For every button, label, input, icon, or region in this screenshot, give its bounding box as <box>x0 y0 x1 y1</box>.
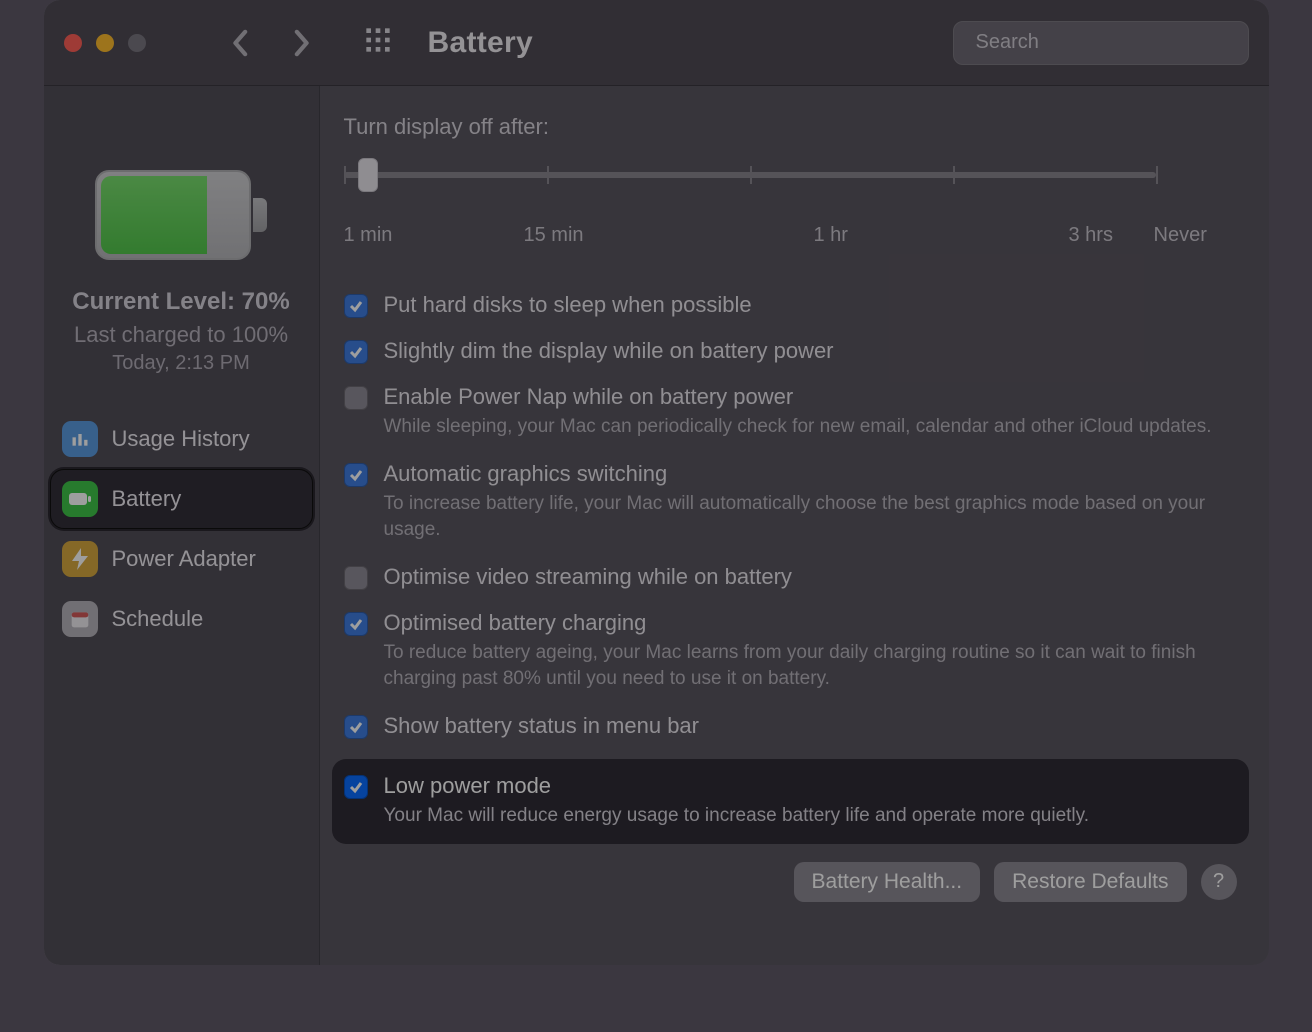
option-description: While sleeping, your Mac can periodicall… <box>384 414 1212 441</box>
sidebar-item-label: Power Adapter <box>112 546 256 572</box>
last-charged-label: Last charged to 100% <box>44 322 319 348</box>
back-button[interactable] <box>226 28 256 58</box>
sidebar-item-power-adapter[interactable]: Power Adapter <box>52 531 311 587</box>
toolbar: Battery <box>44 0 1269 86</box>
window-title: Battery <box>428 26 533 60</box>
help-button[interactable]: ? <box>1201 864 1237 900</box>
slider-tick-label: 1 hr <box>814 224 848 247</box>
close-window-button[interactable] <box>64 34 82 52</box>
option-label: Show battery status in menu bar <box>384 713 700 739</box>
checkbox-icon[interactable] <box>344 715 368 739</box>
last-charged-time-label: Today, 2:13 PM <box>44 352 319 375</box>
show-all-icon[interactable] <box>364 26 392 59</box>
sidebar-item-label: Usage History <box>112 426 250 452</box>
content-pane: Turn display off after: 1 min 15 min 1 h… <box>320 86 1269 965</box>
option-label: Optimised battery charging <box>384 610 1214 636</box>
lightning-icon <box>62 541 98 577</box>
sidebar-item-usage-history[interactable]: Usage History <box>52 411 311 467</box>
restore-defaults-button[interactable]: Restore Defaults <box>994 862 1186 902</box>
battery-health-button[interactable]: Battery Health... <box>794 862 981 902</box>
slider-tick-label: Never <box>1154 224 1207 247</box>
system-preferences-window: Battery Current Level: 70% Last charged … <box>44 0 1269 965</box>
battery-info: Current Level: 70% Last charged to 100% … <box>44 288 319 375</box>
option-dim-display[interactable]: Slightly dim the display while on batter… <box>344 338 1245 364</box>
minimize-window-button[interactable] <box>96 34 114 52</box>
option-power-nap[interactable]: Enable Power Nap while on battery power … <box>344 384 1245 441</box>
slider-tick-label: 1 min <box>344 224 393 247</box>
battery-level-graphic <box>95 170 267 260</box>
option-label: Automatic graphics switching <box>384 461 1214 487</box>
search-input[interactable] <box>976 31 1241 54</box>
slider-tick-label: 3 hrs <box>1069 224 1113 247</box>
checkbox-icon[interactable] <box>344 775 368 799</box>
footer-buttons: Battery Health... Restore Defaults ? <box>344 862 1245 902</box>
search-field-wrap[interactable] <box>953 21 1249 65</box>
calendar-icon <box>62 601 98 637</box>
option-graphics-switching[interactable]: Automatic graphics switching To increase… <box>344 461 1245 544</box>
option-label: Enable Power Nap while on battery power <box>384 384 1212 410</box>
sidebar-item-battery[interactable]: Battery <box>52 471 311 527</box>
checkbox-icon[interactable] <box>344 566 368 590</box>
option-description: To increase battery life, your Mac will … <box>384 491 1214 544</box>
checkbox-icon[interactable] <box>344 463 368 487</box>
option-label: Optimise video streaming while on batter… <box>384 564 792 590</box>
slider-tick-label: 15 min <box>524 224 584 247</box>
option-label: Put hard disks to sleep when possible <box>384 292 752 318</box>
forward-button[interactable] <box>286 28 316 58</box>
option-description: To reduce battery ageing, your Mac learn… <box>384 640 1214 693</box>
slider-thumb[interactable] <box>358 158 378 192</box>
sidebar-menu: Usage History Battery Power Adapter <box>44 411 319 647</box>
sidebar-item-label: Battery <box>112 486 182 512</box>
checkbox-icon[interactable] <box>344 386 368 410</box>
option-hard-disks-sleep[interactable]: Put hard disks to sleep when possible <box>344 292 1245 318</box>
checkbox-icon[interactable] <box>344 294 368 318</box>
option-menu-bar-status[interactable]: Show battery status in menu bar <box>344 713 1245 739</box>
option-label: Low power mode <box>384 773 1090 799</box>
battery-icon <box>62 481 98 517</box>
bar-chart-icon <box>62 421 98 457</box>
sidebar: Current Level: 70% Last charged to 100% … <box>44 86 320 965</box>
nav-arrows <box>226 28 316 58</box>
display-off-slider[interactable] <box>344 158 1156 216</box>
current-level-label: Current Level: 70% <box>44 288 319 316</box>
fullscreen-window-button[interactable] <box>128 34 146 52</box>
option-optimised-charging[interactable]: Optimised battery charging To reduce bat… <box>344 610 1245 693</box>
checkbox-icon[interactable] <box>344 612 368 636</box>
option-low-power-mode[interactable]: Low power mode Your Mac will reduce ener… <box>332 759 1249 844</box>
checkbox-icon[interactable] <box>344 340 368 364</box>
option-label: Slightly dim the display while on batter… <box>384 338 834 364</box>
window-controls <box>64 34 146 52</box>
sidebar-item-label: Schedule <box>112 606 204 632</box>
turn-display-off-label: Turn display off after: <box>344 114 1245 140</box>
sidebar-item-schedule[interactable]: Schedule <box>52 591 311 647</box>
option-optimise-video[interactable]: Optimise video streaming while on batter… <box>344 564 1245 590</box>
option-description: Your Mac will reduce energy usage to inc… <box>384 803 1090 830</box>
